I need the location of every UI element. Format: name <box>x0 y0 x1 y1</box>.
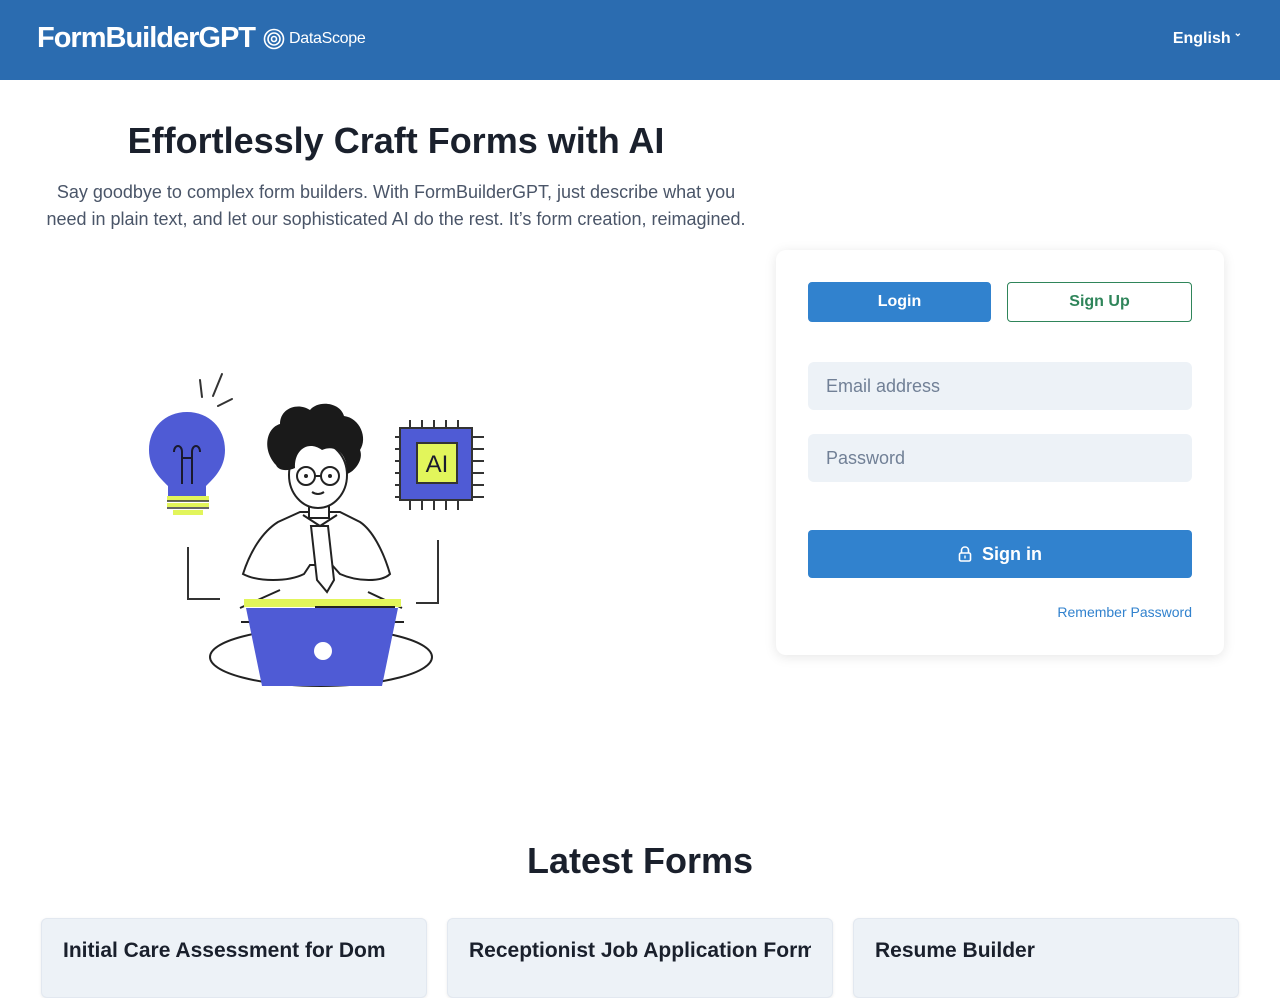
datascope-icon <box>263 28 285 49</box>
spark-lines-icon <box>199 373 233 407</box>
password-input[interactable] <box>808 434 1192 482</box>
language-label: English <box>1172 30 1231 47</box>
sign-in-button[interactable]: Sign in <box>808 530 1192 578</box>
partner-name: DataScope <box>289 29 366 47</box>
form-card-title: Resume Builder <box>875 939 1035 962</box>
signup-tab-button[interactable]: Sign Up <box>1007 282 1192 322</box>
language-selector[interactable]: English ⌄ <box>1172 28 1242 48</box>
form-card[interactable]: Resume Builder <box>853 918 1239 998</box>
brand-name: FormBuilderGPT <box>37 22 256 54</box>
form-card-title: Receptionist Job Application Form <box>469 939 811 962</box>
laptop-icon <box>244 599 401 686</box>
lightbulb-icon <box>149 412 225 515</box>
hero-illustration: AI <box>149 373 484 687</box>
sign-in-label: Sign in <box>982 543 1042 564</box>
form-card[interactable]: Receptionist Job Application Form <box>447 918 833 998</box>
login-card: Login Sign Up Sign in Remember Password <box>776 250 1224 655</box>
lock-icon <box>958 546 972 562</box>
hero-description: Say goodbye to complex form builders. Wi… <box>46 182 746 229</box>
login-tab-button[interactable]: Login <box>808 282 991 322</box>
ai-chip-icon: AI <box>395 420 484 510</box>
chevron-down-icon: ⌄ <box>1233 28 1242 39</box>
top-navbar: FormBuilderGPT DataScope English ⌄ <box>0 0 1280 80</box>
ai-chip-label: AI <box>426 451 449 478</box>
brand-logo[interactable]: FormBuilderGPT DataScope <box>37 22 366 55</box>
latest-forms-title: Latest Forms <box>526 840 754 881</box>
hero-title: Effortlessly Craft Forms with AI <box>127 120 665 161</box>
form-card-title: Initial Care Assessment for Dom <box>63 939 386 962</box>
remember-password-link[interactable]: Remember Password <box>1057 604 1192 620</box>
form-card[interactable]: Initial Care Assessment for Dom <box>41 918 427 998</box>
email-input[interactable] <box>808 362 1192 410</box>
partner-logo: DataScope <box>263 28 366 50</box>
